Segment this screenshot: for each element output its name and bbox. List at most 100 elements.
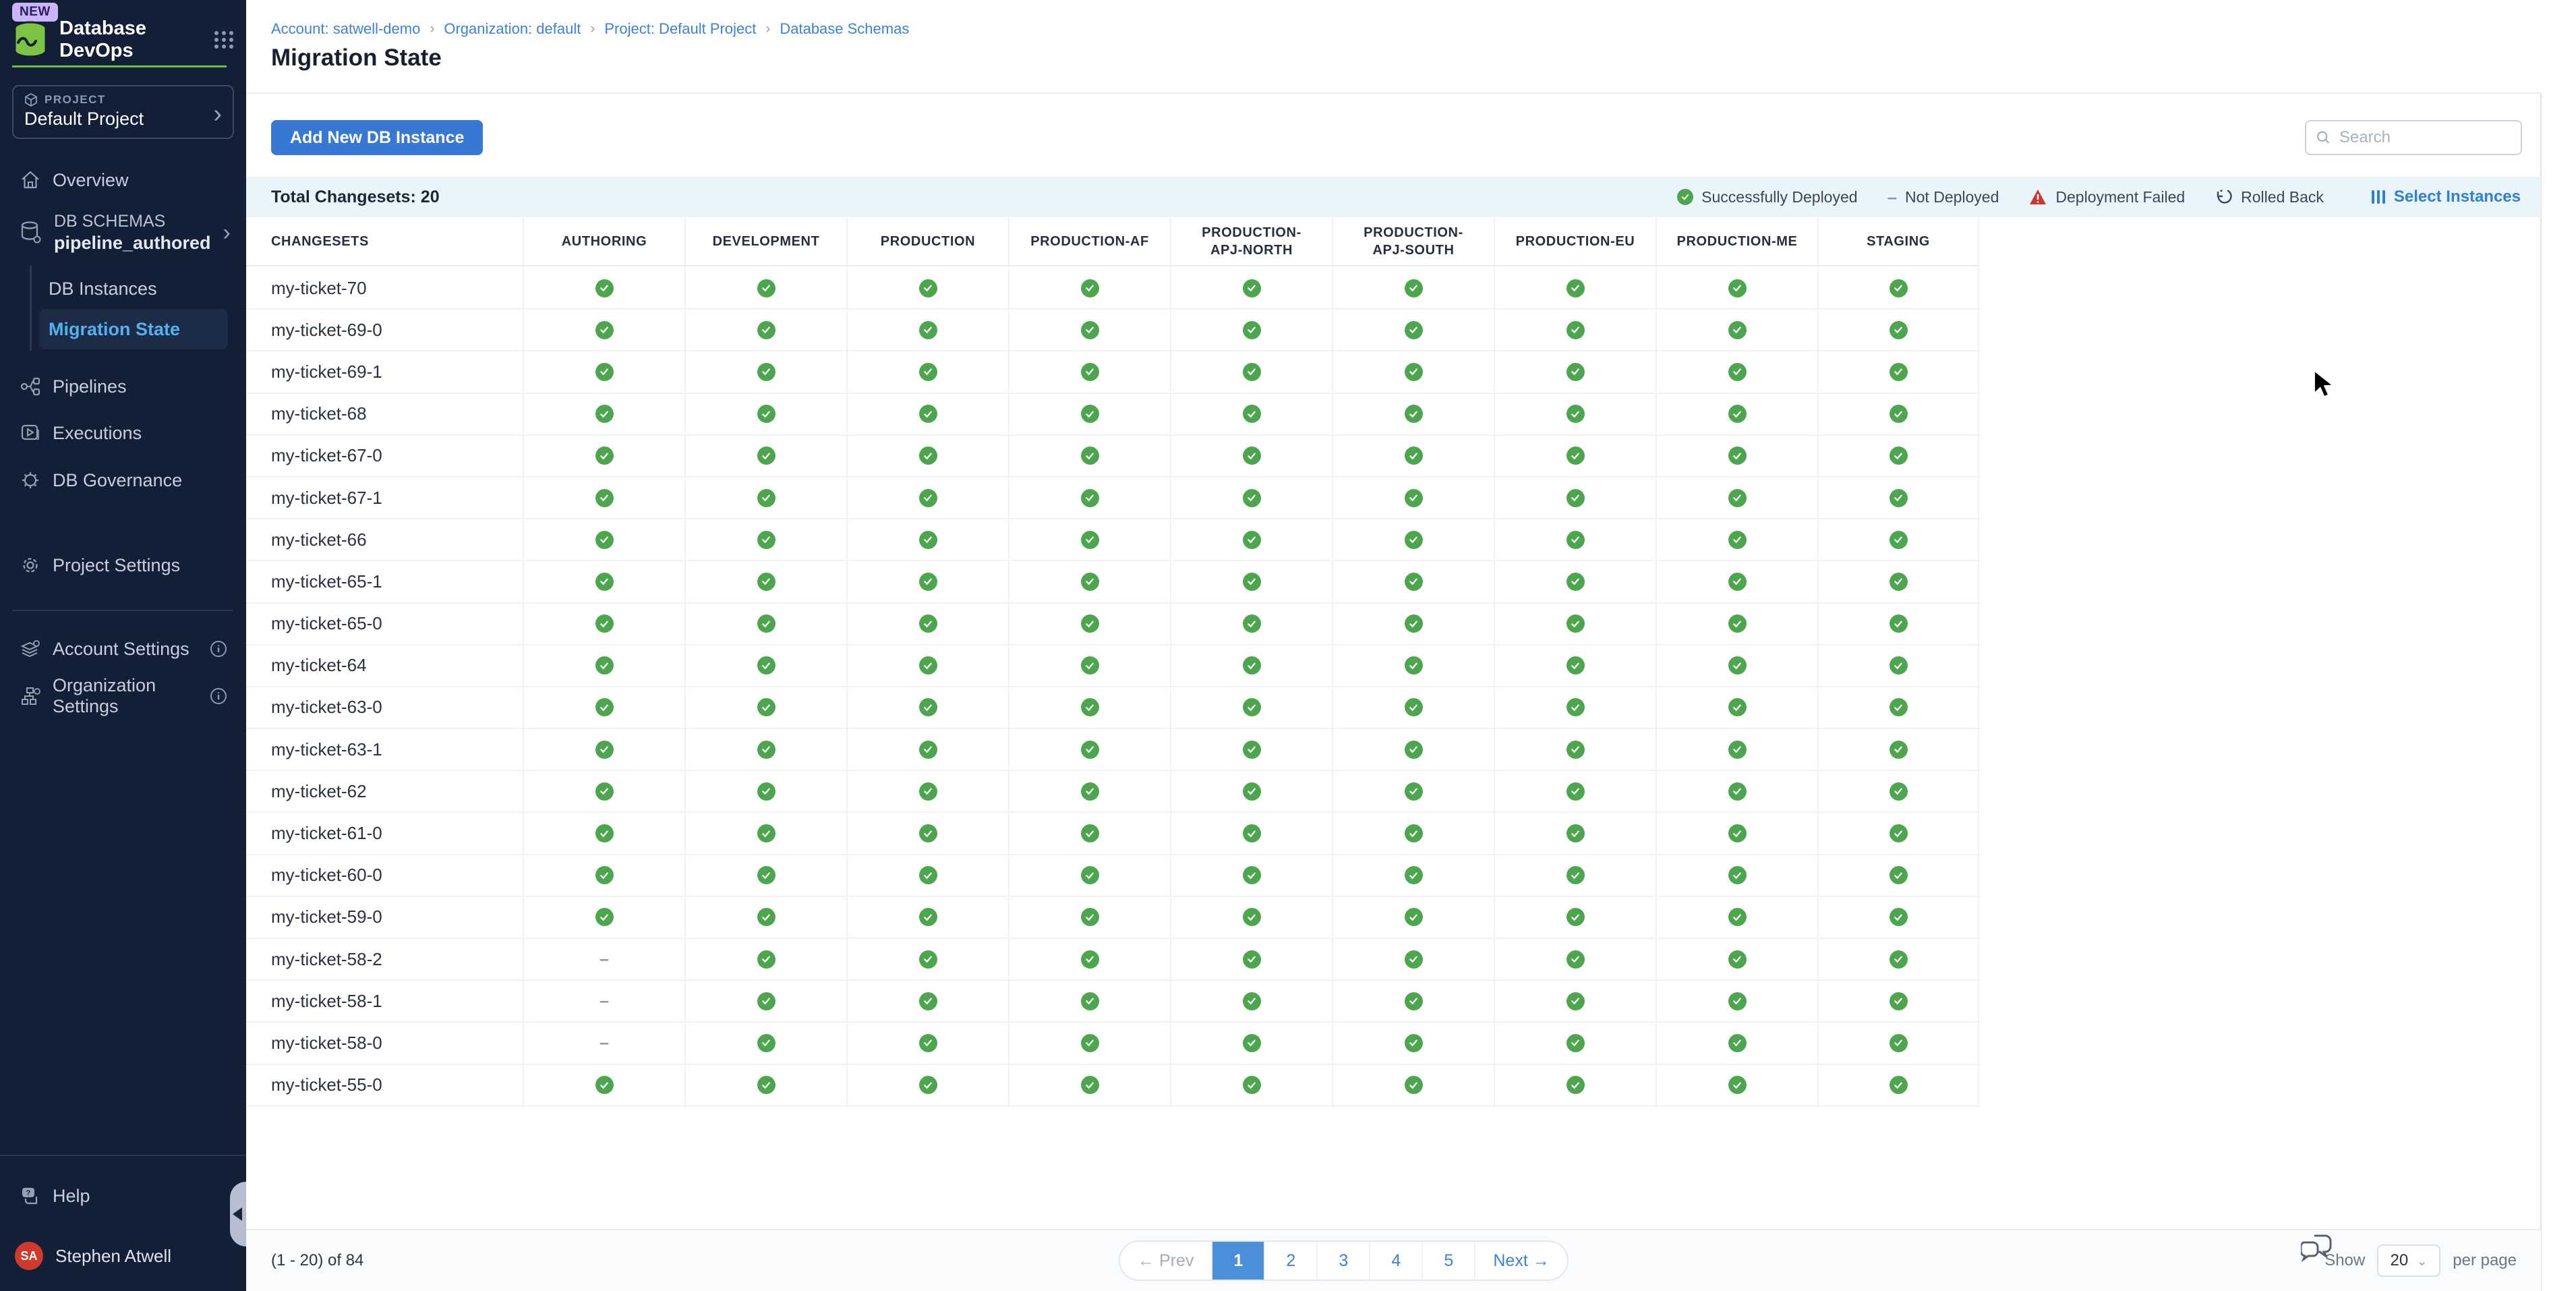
db-schema-name: pipeline_authored bbox=[54, 232, 211, 255]
breadcrumb: Account: satwell-demo › Organization: de… bbox=[271, 20, 909, 38]
status-deployed-icon bbox=[757, 656, 775, 675]
main-content: Account: satwell-demo › Organization: de… bbox=[246, 0, 2576, 1291]
column-header-production-apj-south: PRODUCTION-APJ-SOUTH bbox=[1332, 217, 1494, 265]
sidebar-item-account-settings[interactable]: Account Settings bbox=[0, 629, 246, 669]
app-grid-icon[interactable] bbox=[212, 28, 235, 51]
status-deployed-icon bbox=[1243, 950, 1261, 969]
status-cell bbox=[1817, 351, 1979, 392]
status-deployed-icon bbox=[919, 489, 937, 507]
status-cell bbox=[1494, 394, 1656, 434]
add-db-instance-button[interactable]: Add New DB Instance bbox=[271, 120, 483, 155]
status-deployed-icon bbox=[1081, 656, 1099, 675]
sidebar-item-db-instances[interactable]: DB Instances bbox=[39, 268, 228, 309]
status-cell: – bbox=[523, 939, 684, 979]
sidebar-item-label: Project Settings bbox=[53, 555, 180, 576]
changeset-name: my-ticket-64 bbox=[246, 646, 523, 686]
sidebar-item-overview[interactable]: Overview bbox=[0, 160, 246, 200]
sidebar-user[interactable]: SA Stephen Atwell bbox=[0, 1236, 246, 1276]
breadcrumb-database-schemas[interactable]: Database Schemas bbox=[780, 20, 909, 38]
status-deployed-icon bbox=[1728, 782, 1747, 801]
search-box[interactable] bbox=[2305, 120, 2522, 155]
pagination-range: (1 - 20) of 84 bbox=[271, 1230, 363, 1291]
status-deployed-icon bbox=[595, 1076, 614, 1094]
breadcrumb-organization[interactable]: Organization: default bbox=[444, 20, 581, 38]
status-cell bbox=[1817, 939, 1979, 979]
sidebar-item-executions[interactable]: Executions bbox=[0, 413, 246, 453]
sidebar-item-project-settings[interactable]: Project Settings bbox=[0, 545, 246, 585]
page-button-2[interactable]: 2 bbox=[1264, 1242, 1316, 1280]
status-cell bbox=[1008, 939, 1170, 979]
page-size-select[interactable]: 20 ⌄ bbox=[2377, 1244, 2440, 1277]
status-deployed-icon bbox=[1243, 489, 1261, 507]
status-deployed-icon bbox=[1405, 698, 1423, 716]
status-not-deployed-dash: – bbox=[599, 1033, 609, 1053]
status-deployed-icon bbox=[595, 489, 614, 507]
sidebar-item-db-governance[interactable]: DB Governance bbox=[0, 460, 246, 500]
breadcrumb-project[interactable]: Project: Default Project bbox=[604, 20, 756, 38]
status-cell bbox=[1494, 1065, 1656, 1106]
status-deployed-icon bbox=[1728, 321, 1747, 339]
support-chat-widget-icon[interactable] bbox=[2301, 1233, 2333, 1264]
column-header-production-me: PRODUCTION-ME bbox=[1656, 217, 1817, 265]
status-cell bbox=[523, 897, 684, 938]
status-cell bbox=[1332, 268, 1494, 308]
status-cell bbox=[846, 268, 1008, 308]
status-cell bbox=[1494, 646, 1656, 686]
status-cell bbox=[1332, 310, 1494, 350]
prev-page-button[interactable]: ← Prev bbox=[1120, 1242, 1211, 1280]
column-header-development: DEVELOPMENT bbox=[684, 217, 846, 265]
changeset-name: my-ticket-63-0 bbox=[246, 687, 523, 728]
status-cell bbox=[846, 351, 1008, 392]
status-deployed-icon bbox=[757, 614, 775, 633]
sidebar-item-migration-state[interactable]: Migration State bbox=[39, 309, 228, 349]
project-selector[interactable]: PROJECT Default Project › bbox=[12, 85, 234, 139]
status-cell bbox=[1494, 687, 1656, 728]
page-button-4[interactable]: 4 bbox=[1369, 1242, 1422, 1280]
home-icon bbox=[20, 170, 40, 190]
db-schemas-label: DB SCHEMAS bbox=[54, 211, 211, 232]
status-cell bbox=[1008, 478, 1170, 518]
info-icon[interactable] bbox=[210, 687, 227, 705]
legend-deployment-failed: Deployment Failed bbox=[2028, 188, 2185, 206]
breadcrumb-account[interactable]: Account: satwell-demo bbox=[271, 20, 420, 38]
sidebar-item-help[interactable]: ? Help bbox=[0, 1176, 246, 1216]
status-deployed-icon bbox=[1243, 405, 1261, 423]
status-cell: – bbox=[523, 1023, 684, 1063]
app-title: Database DevOps bbox=[59, 18, 202, 62]
status-cell bbox=[684, 687, 846, 728]
status-deployed-icon bbox=[1081, 363, 1099, 381]
status-deployed-icon bbox=[1890, 656, 1908, 675]
status-deployed-icon bbox=[1567, 908, 1585, 926]
status-deployed-icon bbox=[1405, 1076, 1423, 1094]
status-deployed-icon bbox=[1081, 279, 1099, 297]
svg-text:?: ? bbox=[26, 1189, 31, 1197]
changeset-name: my-ticket-70 bbox=[246, 268, 523, 308]
page-button-1[interactable]: 1 bbox=[1211, 1242, 1264, 1280]
status-deployed-icon bbox=[1890, 1076, 1908, 1094]
status-deployed-icon bbox=[757, 279, 775, 297]
status-cell bbox=[1494, 981, 1656, 1021]
status-cell bbox=[684, 981, 846, 1021]
table-row: my-ticket-65-0 bbox=[246, 604, 1980, 646]
info-icon[interactable] bbox=[210, 640, 227, 658]
status-deployed-icon bbox=[1567, 782, 1585, 801]
sidebar-item-label: Help bbox=[53, 1186, 90, 1207]
status-cell bbox=[1170, 351, 1332, 392]
select-instances-button[interactable]: Select Instances bbox=[2371, 188, 2521, 206]
sidebar-item-organization-settings[interactable]: Organization Settings bbox=[0, 676, 246, 716]
sidebar-item-db-schemas[interactable]: DB SCHEMAS pipeline_authored › bbox=[0, 206, 246, 260]
status-cell bbox=[1008, 351, 1170, 392]
header-divider bbox=[246, 92, 2541, 94]
sidebar-item-pipelines[interactable]: Pipelines bbox=[0, 366, 246, 407]
next-page-button-5[interactable]: 5 bbox=[1422, 1242, 1474, 1280]
status-deployed-icon bbox=[1081, 447, 1099, 465]
account-icon bbox=[20, 639, 40, 659]
sidebar-collapse-button[interactable] bbox=[230, 1182, 246, 1246]
status-deployed-icon bbox=[1728, 741, 1747, 759]
page-button-3[interactable]: 3 bbox=[1316, 1242, 1369, 1280]
search-input[interactable] bbox=[2339, 128, 2511, 147]
next-page-button[interactable]: Next → bbox=[1474, 1242, 1567, 1280]
status-cell bbox=[846, 771, 1008, 811]
status-deployed-icon bbox=[757, 866, 775, 884]
status-cell bbox=[1008, 981, 1170, 1021]
